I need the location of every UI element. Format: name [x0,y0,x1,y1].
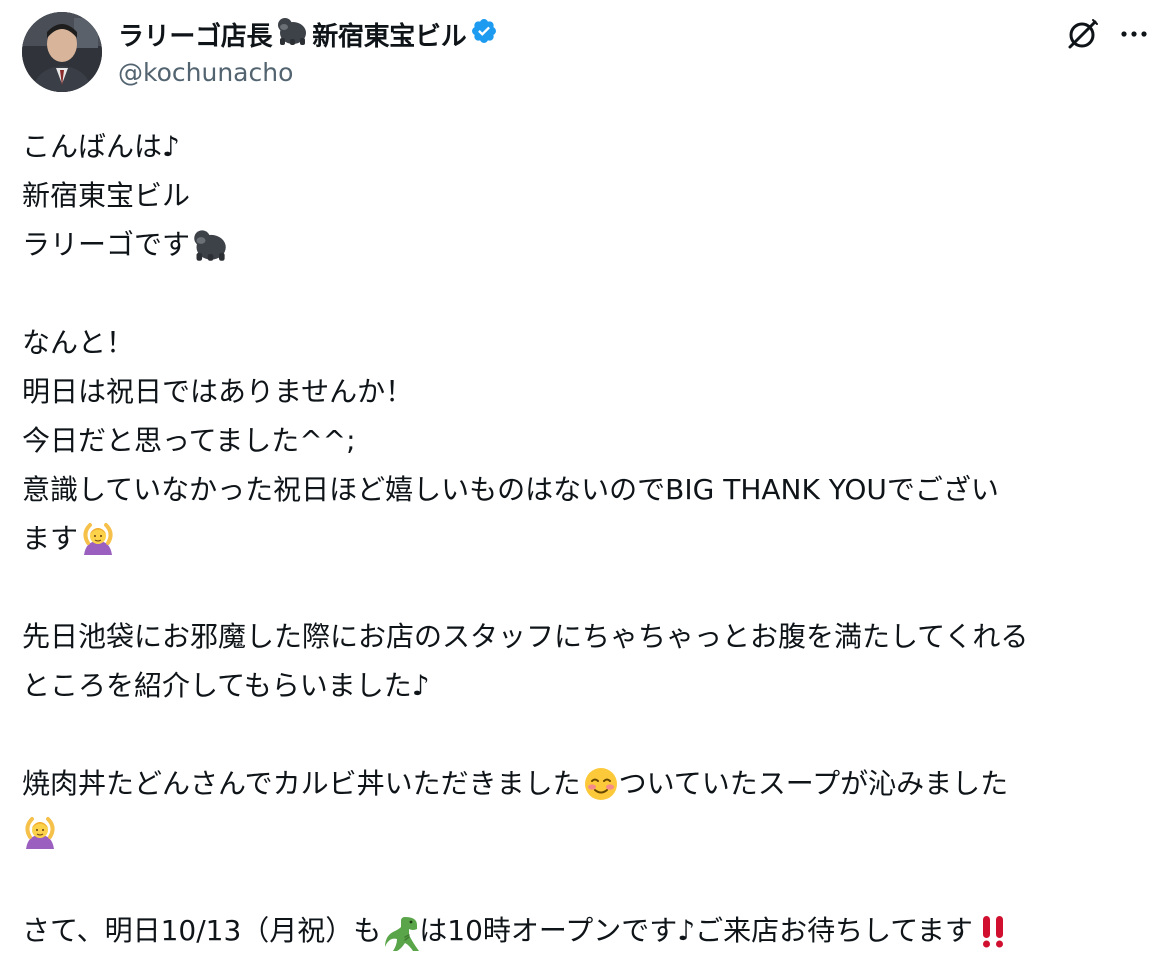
tweet-line [22,808,1162,857]
tweet-line: 明日は祝日ではありませんか！ [22,375,414,408]
tweet-line: ところを紹介してもらいました♪ [22,669,430,702]
grok-button[interactable] [1064,16,1100,52]
person-gesturing-ok-icon [22,815,58,851]
tweet-line: こんばんは♪ [22,130,180,163]
tweet-line: 焼肉丼たどんさんでカルビ丼いただきました ついていたスープが沁みました [22,766,1009,802]
tweet-header: ラリーゴ店長 新宿東宝ビル @kochunacho [0,0,1173,110]
tweet-line: 先日池袋にお邪魔した際にお店のスタッフにちゃちゃっとお腹を満たしてくれる [22,620,1029,653]
tweet-line: なんと！ [22,326,135,359]
avatar[interactable] [22,12,102,92]
person-gesturing-ok-icon [80,521,116,557]
more-icon [1121,31,1147,37]
double-exclamation-icon [975,913,1011,949]
grok-icon [1068,19,1098,49]
gorilla-icon [192,227,228,263]
smiling-face-icon [583,766,619,802]
tweet-line: ラリーゴです [22,220,1162,269]
verified-badge-icon [470,17,498,52]
t-rex-icon [383,913,420,951]
tweet-line: 新宿東宝ビル [22,179,191,212]
tweet-line: さて、明日10/13（月祝）も は10時オープンです♪ご来店お待ちしてます [22,906,1162,955]
more-options-button[interactable] [1116,16,1152,52]
display-name-text: ラリーゴ店長 [118,21,273,52]
gorilla-icon [276,16,308,53]
tweet-text: こんばんは♪ 新宿東宝ビル ラリーゴです なんと！ 明日は祝日ではありませんか！… [22,122,1162,955]
tweet-line: ます [22,514,1162,563]
tweet-line: 意識していなかった祝日ほど嬉しいものはないのでBIG THANK YOUでござい [22,473,999,506]
author-handle[interactable]: @kochunacho [118,58,293,87]
display-name[interactable]: ラリーゴ店長 新宿東宝ビル [118,16,498,52]
display-name-suffix: 新宿東宝ビル [312,21,467,52]
tweet-line: 今日だと思ってました^^; [22,424,356,457]
